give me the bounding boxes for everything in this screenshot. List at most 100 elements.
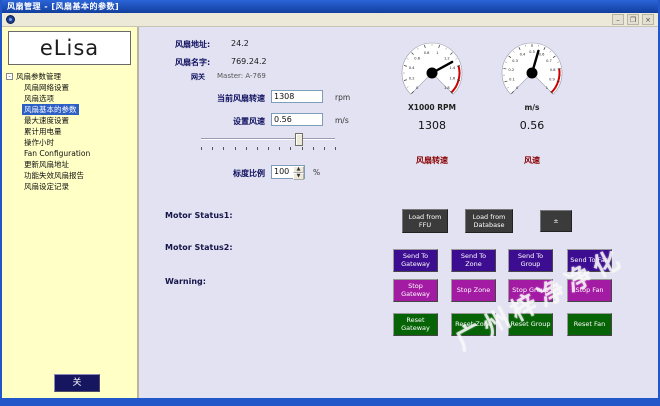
menu-bar: – ❐ × [2, 13, 658, 27]
rpm-gauge-caption: 风扇转速 [390, 155, 474, 166]
motor-status1-label: Motor Status1: [165, 211, 233, 220]
slider-tick [257, 147, 258, 150]
load-from-database-button[interactable]: Load from Database [465, 209, 513, 233]
slider-tick [246, 147, 247, 150]
slider-tick [335, 147, 336, 150]
scale-spinner[interactable]: 100 ▲ ▼ [271, 165, 305, 179]
tree-item[interactable]: 风扇基本的参数 [22, 104, 79, 115]
slider-tick [268, 147, 269, 150]
reset-gateway-button[interactable]: Reset Gateway [393, 313, 438, 336]
gateway-value: Master: A-769 [217, 72, 266, 80]
slider-thumb[interactable] [295, 133, 303, 146]
svg-text:0.5: 0.5 [529, 50, 535, 54]
send-to-zone-button[interactable]: Send To Zone [451, 249, 496, 272]
sidebar: eLisa - 风扇参数管理 风扇网络设置风扇选项风扇基本的参数最大速度设置累计… [2, 27, 139, 398]
logo: eLisa [8, 31, 131, 65]
airspeed-gauge: 00.10.20.30.40.50.60.70.80.91 [490, 37, 574, 105]
airspeed-gauge-unit: m/s [490, 103, 574, 112]
small-action-button[interactable]: ± [540, 210, 572, 232]
tree-item[interactable]: 风扇设定记录 [22, 181, 71, 192]
svg-text:1: 1 [546, 86, 548, 90]
send-to-group-button[interactable]: Send To Group [508, 249, 553, 272]
slider-tick [223, 147, 224, 150]
svg-text:1.4: 1.4 [449, 66, 455, 70]
slider-tick [235, 147, 236, 150]
tree-item[interactable]: 更新风扇地址 [22, 159, 71, 170]
restore-button[interactable]: ❐ [627, 14, 639, 25]
svg-text:0.7: 0.7 [546, 59, 552, 63]
slider-tick [201, 147, 202, 150]
fan-name-label: 风扇名字: [175, 57, 210, 68]
scale-value[interactable]: 100 [272, 166, 293, 178]
fan-name-value: 769.24.2 [231, 57, 267, 66]
slider-tick [302, 147, 303, 150]
main-panel: 风扇地址: 24.2 风扇名字: 769.24.2 网关 Master: A-7… [139, 27, 658, 398]
reset-fan-button[interactable]: Reset Fan [567, 313, 612, 336]
svg-text:1: 1 [436, 51, 438, 55]
app-icon[interactable] [6, 15, 15, 24]
tree-root[interactable]: - 风扇参数管理 [6, 71, 137, 82]
send-to-gateway-button[interactable]: Send To Gateway [393, 249, 438, 272]
gauge-hub [427, 68, 438, 79]
airspeed-gauge-value: 0.56 [490, 119, 574, 132]
slider-track [201, 138, 335, 140]
spinner-down-icon[interactable]: ▼ [293, 173, 304, 180]
sidebar-close-button[interactable]: 关 [54, 374, 100, 392]
close-button[interactable]: × [642, 14, 654, 25]
scale-unit: % [313, 168, 320, 177]
tree-item[interactable]: Fan Configuration [22, 148, 92, 159]
svg-text:0.3: 0.3 [512, 59, 518, 63]
slider-tick [279, 147, 280, 150]
current-speed-unit: rpm [335, 93, 350, 102]
fan-address-label: 风扇地址: [175, 39, 210, 50]
gateway-label: 网关 [191, 72, 205, 82]
stop-gateway-button[interactable]: Stop Gateway [393, 279, 438, 302]
tree-item[interactable]: 累计用电量 [22, 126, 64, 137]
stop-group-button[interactable]: Stop Group [508, 279, 553, 302]
set-speed-label: 设置风速 [139, 116, 265, 127]
send-to-fan-button[interactable]: Send To Fan [567, 249, 612, 272]
rpm-gauge-dial: 00.20.40.60.811.21.41.61.8 [390, 37, 474, 103]
tree-item[interactable]: 功能失效风扇报告 [22, 170, 86, 181]
tree-item[interactable]: 最大速度设置 [22, 115, 71, 126]
spinner-arrows: ▲ ▼ [293, 166, 304, 178]
reset-group-button[interactable]: Reset Group [508, 313, 553, 336]
svg-text:0.2: 0.2 [508, 68, 514, 72]
warning-label: Warning: [165, 277, 206, 286]
stop-zone-button[interactable]: Stop Zone [451, 279, 496, 302]
window-title: 风扇管理 - [风扇基本的参数] [7, 2, 119, 11]
svg-text:0.6: 0.6 [539, 52, 545, 56]
slider-ticks [201, 147, 335, 151]
tree-item[interactable]: 风扇网络设置 [22, 82, 71, 93]
title-bar: 风扇管理 - [风扇基本的参数] [2, 0, 658, 13]
app-window: 风扇管理 - [风扇基本的参数] – ❐ × eLisa - 风扇参数管理 风扇… [0, 0, 660, 406]
fan-address-value: 24.2 [231, 39, 249, 48]
rpm-gauge-value: 1308 [390, 119, 474, 132]
svg-text:1.2: 1.2 [444, 56, 450, 60]
svg-text:0.4: 0.4 [409, 66, 415, 70]
reset-zone-button[interactable]: Reset Zone [451, 313, 496, 336]
tree-item[interactable]: 风扇选项 [22, 93, 56, 104]
set-speed-input[interactable]: 0.56 [271, 113, 323, 126]
spinner-up-icon[interactable]: ▲ [293, 166, 304, 173]
set-speed-unit: m/s [335, 116, 349, 125]
rpm-gauge: 00.20.40.60.811.21.41.61.8 [390, 37, 474, 105]
airspeed-gauge-dial: 00.10.20.30.40.50.60.70.80.91 [490, 37, 574, 103]
slider-tick [313, 147, 314, 150]
slider-tick [290, 147, 291, 150]
stop-fan-button[interactable]: Stop Fan [567, 279, 612, 302]
speed-slider[interactable] [201, 133, 335, 149]
load-from-ffu-button[interactable]: Load from FFU [402, 209, 448, 233]
current-speed-label: 当前风扇转速 [139, 93, 265, 104]
svg-text:0.6: 0.6 [414, 56, 420, 60]
minimize-button[interactable]: – [612, 14, 624, 25]
svg-text:0.8: 0.8 [424, 51, 430, 55]
tree-collapse-icon[interactable]: - [6, 73, 13, 80]
current-speed-input[interactable]: 1308 [271, 90, 323, 103]
scale-label: 标度比例 [139, 168, 265, 179]
svg-text:0.8: 0.8 [550, 68, 556, 72]
tree-root-label: 风扇参数管理 [16, 71, 61, 82]
tree-item[interactable]: 操作小时 [22, 137, 56, 148]
svg-text:1.6: 1.6 [449, 77, 455, 81]
tree-items: 风扇网络设置风扇选项风扇基本的参数最大速度设置累计用电量操作小时Fan Conf… [6, 82, 137, 192]
